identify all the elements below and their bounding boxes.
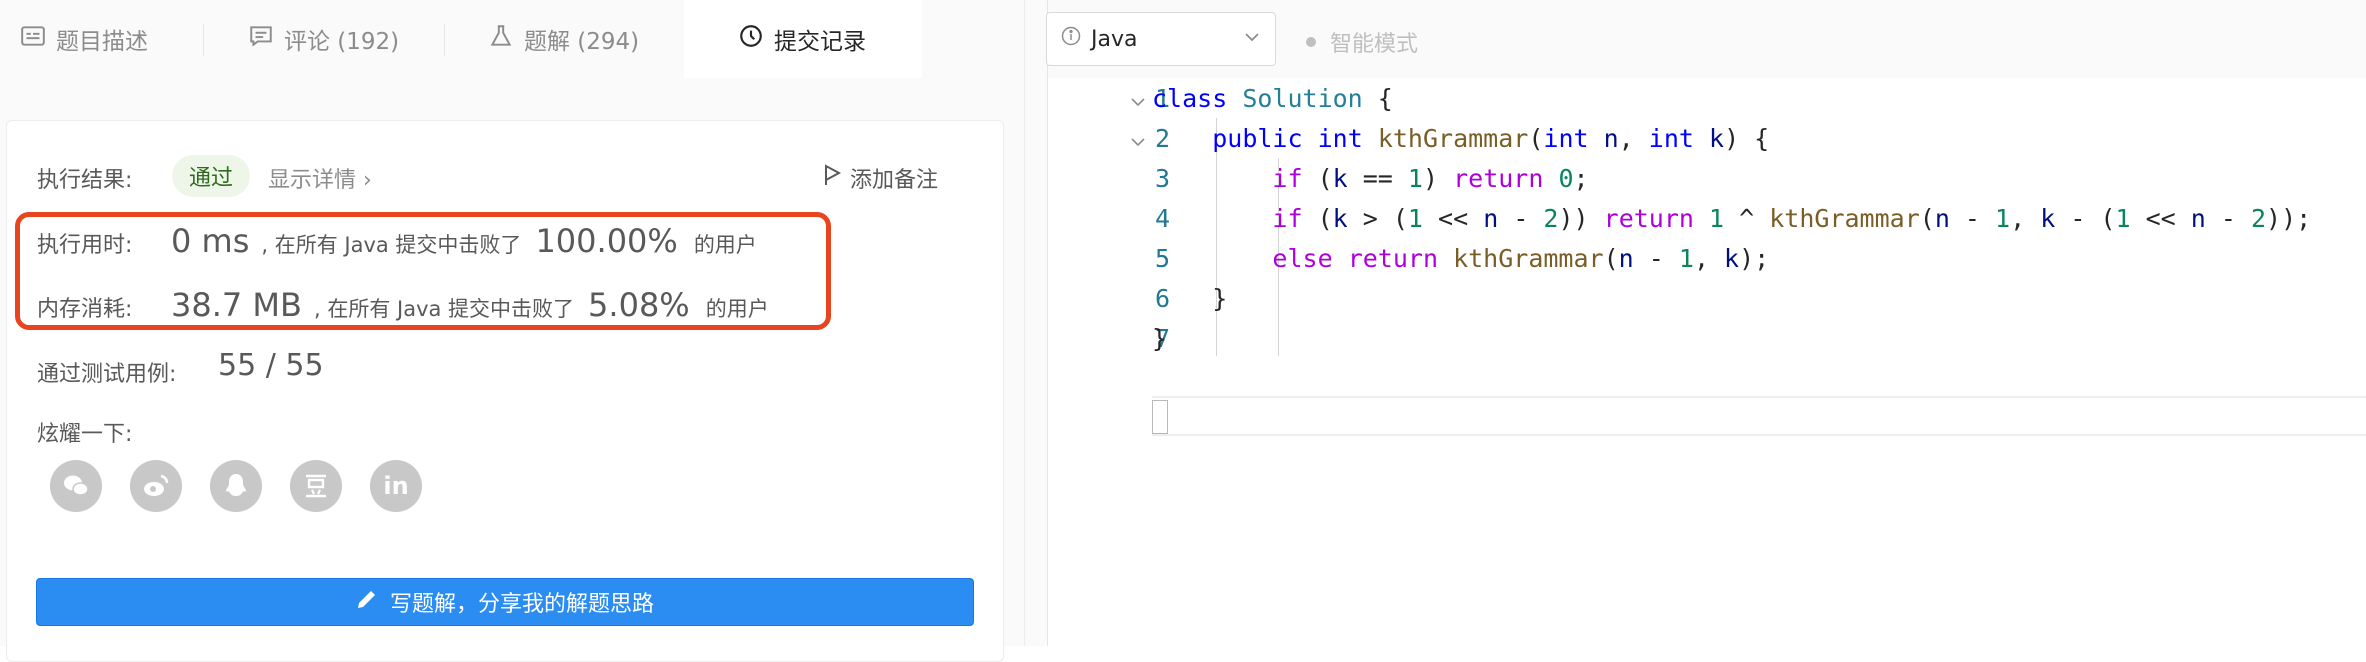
runtime-label: 执行用时: [37, 233, 133, 258]
write-solution-label: 写题解，分享我的解题思路 [389, 592, 654, 617]
share-label: 炫耀一下: [37, 422, 133, 447]
weibo-icon[interactable] [130, 460, 182, 512]
code-line: public int kthGrammar(int n, int k) { [1212, 124, 1770, 153]
tab-submissions-label: 提交记录 [774, 29, 866, 55]
tab-solutions-label: 题解 (294) [524, 29, 640, 55]
code-line: if (k > (1 << n - 2)) return 1 ^ kthGram… [1272, 204, 2312, 233]
tests-value: 55 / 55 [218, 348, 324, 383]
bracket-match-close [1152, 400, 1168, 434]
runtime-percent: 100.00% [535, 222, 678, 260]
write-solution-button[interactable]: 写题解，分享我的解题思路 [36, 578, 974, 626]
code-line: } [1152, 284, 1228, 313]
flag-icon [822, 164, 842, 192]
current-line-highlight [1152, 396, 2366, 436]
fold-chevron-icon[interactable] [1128, 132, 1148, 152]
comment-icon [248, 23, 274, 55]
add-note-label: 添加备注 [850, 168, 939, 193]
panel-resize-handle[interactable] [1024, 0, 1048, 646]
fold-chevron-icon[interactable] [1128, 92, 1148, 112]
indent-guide [1216, 118, 1217, 356]
runtime-stat: 执行用时: 0 ms , 在所有 Java 提交中击败了 100.00% 的用户 [37, 222, 757, 260]
memory-label: 内存消耗: [37, 297, 133, 322]
memory-percent: 5.08% [588, 286, 690, 324]
description-icon [20, 23, 46, 55]
problem-tab-bar: 题目描述 评论 (192) 题解 (294) 提交记录 [0, 0, 1024, 78]
chevron-down-icon [1243, 27, 1261, 52]
qq-icon[interactable] [210, 460, 262, 512]
smart-mode-label: 智能模式 [1330, 32, 1419, 57]
tab-solutions[interactable]: 题解 (294) [488, 0, 639, 78]
tab-description[interactable]: 题目描述 [20, 0, 148, 78]
memory-mid-text: , 在所有 Java 提交中击败了 [313, 297, 575, 321]
code-line: if (k == 1) return 0; [1272, 164, 1589, 193]
tab-comments-label: 评论 (192) [284, 29, 400, 55]
tests-label: 通过测试用例: [37, 362, 177, 387]
code-line: else return kthGrammar(n - 1, k); [1272, 244, 1770, 273]
douban-icon[interactable] [290, 460, 342, 512]
runtime-mid-text: , 在所有 Java 提交中击败了 [261, 233, 522, 257]
status-badge: 通过 [172, 155, 250, 197]
wechat-icon[interactable] [50, 460, 102, 512]
code-editor[interactable]: 1 2 3 4 5 6 7 class Solution { public in… [1048, 78, 2366, 646]
tab-submissions[interactable]: 提交记录 [684, 0, 922, 78]
add-note-button[interactable]: 添加备注 [822, 162, 938, 194]
linkedin-icon[interactable]: in [370, 460, 422, 512]
runtime-value: 0 ms [171, 222, 250, 260]
tab-description-label: 题目描述 [56, 29, 148, 55]
memory-value: 38.7 MB [171, 286, 302, 324]
show-details-link[interactable]: 显示详情 › [268, 162, 372, 194]
result-label: 执行结果: [37, 168, 133, 193]
status-dot-icon [1306, 37, 1316, 47]
runtime-suffix: 的用户 [693, 233, 757, 257]
language-select[interactable]: Java [1046, 12, 1276, 66]
memory-suffix: 的用户 [705, 297, 769, 321]
flask-icon [488, 23, 514, 55]
info-icon [1061, 26, 1081, 52]
clock-icon [738, 23, 764, 55]
tab-comments[interactable]: 评论 (192) [248, 0, 399, 78]
code-line: class Solution { [1152, 84, 1393, 113]
pencil-icon [356, 588, 378, 616]
language-value: Java [1091, 26, 1138, 52]
memory-stat: 内存消耗: 38.7 MB , 在所有 Java 提交中击败了 5.08% 的用… [37, 286, 769, 324]
smart-mode-toggle[interactable]: 智能模式 [1306, 26, 1418, 58]
code-line: } [1152, 324, 1168, 353]
